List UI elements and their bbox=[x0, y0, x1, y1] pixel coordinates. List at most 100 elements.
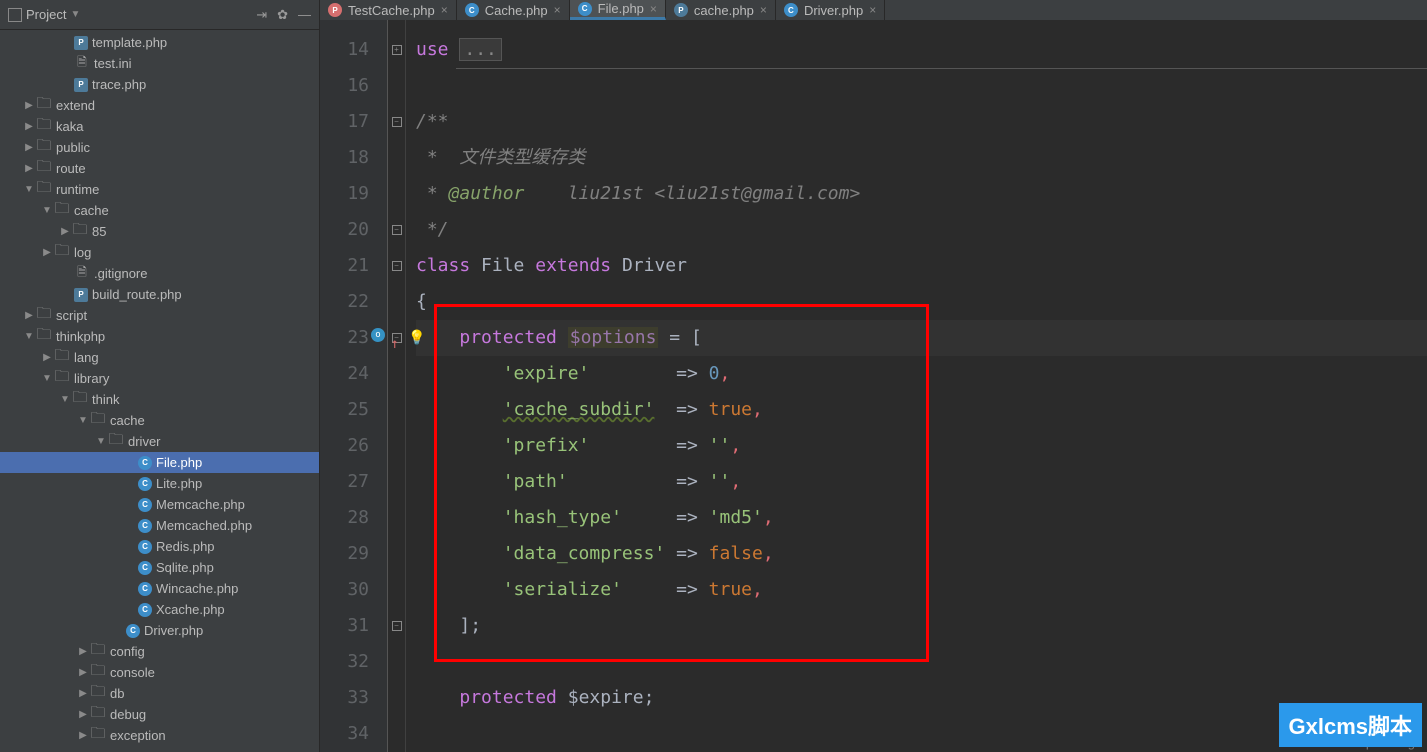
tab-File-php[interactable]: CFile.php× bbox=[570, 0, 666, 20]
sidebar-header: Project ▼ ⇥ ✿ — bbox=[0, 0, 319, 30]
tree-item-debug[interactable]: ▶debug bbox=[0, 704, 319, 725]
tree-item-script[interactable]: ▶script bbox=[0, 305, 319, 326]
tab-cache-php[interactable]: Pcache.php× bbox=[666, 0, 776, 20]
tree-item-Sqlite-php[interactable]: CSqlite.php bbox=[0, 557, 319, 578]
brace-open: { bbox=[416, 291, 427, 312]
use-collapsed[interactable]: ... bbox=[459, 38, 502, 61]
class-icon: C bbox=[138, 582, 152, 596]
fold-icon[interactable]: − bbox=[392, 621, 402, 631]
toggle-icon[interactable]: ▶ bbox=[40, 352, 54, 363]
tree-item-think[interactable]: ▼think bbox=[0, 389, 319, 410]
tree-item-Memcached-php[interactable]: CMemcached.php bbox=[0, 515, 319, 536]
tree-item-Redis-php[interactable]: CRedis.php bbox=[0, 536, 319, 557]
toggle-icon[interactable]: ▶ bbox=[76, 667, 90, 678]
toggle-icon[interactable]: ▶ bbox=[22, 100, 36, 111]
tree-item-kaka[interactable]: ▶kaka bbox=[0, 116, 319, 137]
fold-icon[interactable]: + bbox=[392, 45, 402, 55]
tree-item-driver[interactable]: ▼driver bbox=[0, 431, 319, 452]
tree-label: route bbox=[56, 161, 86, 176]
tree-item-Driver-php[interactable]: CDriver.php bbox=[0, 620, 319, 641]
toggle-icon[interactable]: ▼ bbox=[22, 331, 36, 342]
close-icon[interactable]: × bbox=[554, 3, 561, 17]
fold-column: +−−−−− bbox=[388, 20, 406, 752]
tree-item-Xcache-php[interactable]: CXcache.php bbox=[0, 599, 319, 620]
toggle-icon[interactable]: ▶ bbox=[22, 121, 36, 132]
tree-item-cache[interactable]: ▼cache bbox=[0, 200, 319, 221]
close-icon[interactable]: × bbox=[869, 3, 876, 17]
close-icon[interactable]: × bbox=[760, 3, 767, 17]
tree-item-85[interactable]: ▶85 bbox=[0, 221, 319, 242]
tree-item-runtime[interactable]: ▼ runtime bbox=[0, 179, 319, 200]
fold-marker bbox=[388, 176, 405, 212]
toggle-icon[interactable]: ▶ bbox=[76, 730, 90, 741]
watermark: Gxlcms脚本 bbox=[1279, 703, 1423, 747]
dropdown-icon[interactable]: ▼ bbox=[70, 9, 80, 20]
tree-item-db[interactable]: ▶db bbox=[0, 683, 319, 704]
tree-item-library[interactable]: ▼library bbox=[0, 368, 319, 389]
tree-item-cache[interactable]: ▼cache bbox=[0, 410, 319, 431]
tree-item-Memcache-php[interactable]: CMemcache.php bbox=[0, 494, 319, 515]
override-icon[interactable]: o bbox=[371, 328, 385, 342]
hide-icon[interactable]: — bbox=[298, 7, 311, 22]
tree-item-thinkphp[interactable]: ▼thinkphp bbox=[0, 326, 319, 347]
toggle-icon[interactable]: ▶ bbox=[22, 142, 36, 153]
class-icon: C bbox=[138, 561, 152, 575]
toggle-icon[interactable]: ▼ bbox=[22, 184, 36, 195]
fold-marker bbox=[388, 428, 405, 464]
bulb-icon[interactable]: 💡 bbox=[408, 320, 425, 356]
toggle-icon[interactable]: ▶ bbox=[22, 163, 36, 174]
scroll-to-icon[interactable]: ⇥ bbox=[256, 7, 267, 23]
folder-icon bbox=[90, 413, 106, 429]
code-editor[interactable]: 💡 use ... /** * 文件类型缓存类 * @author liu21s… bbox=[406, 20, 1427, 752]
tree-item-build_route-php[interactable]: Pbuild_route.php bbox=[0, 284, 319, 305]
toggle-icon[interactable]: ▶ bbox=[58, 226, 72, 237]
toggle-icon[interactable]: ▶ bbox=[76, 688, 90, 699]
tree-item-File-php[interactable]: CFile.php bbox=[0, 452, 319, 473]
tree-item-public[interactable]: ▶public bbox=[0, 137, 319, 158]
fold-icon[interactable]: − bbox=[392, 117, 402, 127]
editor-tabs: PTestCache.php×CCache.php×CFile.php×Pcac… bbox=[320, 0, 1427, 20]
tree-item-extend[interactable]: ▶extend bbox=[0, 95, 319, 116]
toggle-icon[interactable]: ▼ bbox=[40, 373, 54, 384]
tree-item-Lite-php[interactable]: CLite.php bbox=[0, 473, 319, 494]
tree-item-console[interactable]: ▶console bbox=[0, 662, 319, 683]
class-icon: C bbox=[138, 540, 152, 554]
tree-item-trace-php[interactable]: Ptrace.php bbox=[0, 74, 319, 95]
line-number: 32 bbox=[320, 644, 369, 680]
toggle-icon[interactable]: ▼ bbox=[58, 394, 72, 405]
tree-label: .gitignore bbox=[94, 266, 147, 281]
close-icon[interactable]: × bbox=[441, 3, 448, 17]
tree-item-template-php[interactable]: Ptemplate.php bbox=[0, 32, 319, 53]
tree-label: test.ini bbox=[94, 56, 132, 71]
toggle-icon[interactable]: ▼ bbox=[40, 205, 54, 216]
fold-icon[interactable]: − bbox=[392, 225, 402, 235]
tree-item-Wincache-php[interactable]: CWincache.php bbox=[0, 578, 319, 599]
tree-label: runtime bbox=[56, 182, 99, 197]
tab-TestCache-php[interactable]: PTestCache.php× bbox=[320, 0, 457, 20]
toggle-icon[interactable]: ▼ bbox=[76, 415, 90, 426]
tree-item-route[interactable]: ▶ route bbox=[0, 158, 319, 179]
tree-item-exception[interactable]: ▶exception bbox=[0, 725, 319, 746]
toggle-icon[interactable]: ▶ bbox=[40, 247, 54, 258]
fold-icon[interactable]: − bbox=[392, 261, 402, 271]
tree-item-lang[interactable]: ▶lang bbox=[0, 347, 319, 368]
class-keyword: class bbox=[416, 255, 470, 276]
fold-marker bbox=[388, 68, 405, 104]
gear-icon[interactable]: ✿ bbox=[277, 7, 288, 23]
tab-icon: C bbox=[465, 3, 479, 17]
toggle-icon[interactable]: ▼ bbox=[94, 436, 108, 447]
php-icon: P bbox=[74, 78, 88, 92]
toggle-icon[interactable]: ▶ bbox=[76, 709, 90, 720]
tree-item-test-ini[interactable]: test.ini bbox=[0, 53, 319, 74]
line-number: 19 bbox=[320, 176, 369, 212]
tree-item--gitignore[interactable]: .gitignore bbox=[0, 263, 319, 284]
tab-Driver-php[interactable]: CDriver.php× bbox=[776, 0, 885, 20]
close-icon[interactable]: × bbox=[650, 2, 657, 16]
project-tree[interactable]: Ptemplate.php test.ini Ptrace.php▶extend▶k… bbox=[0, 30, 319, 752]
tree-item-config[interactable]: ▶config bbox=[0, 641, 319, 662]
tab-Cache-php[interactable]: CCache.php× bbox=[457, 0, 570, 20]
toggle-icon[interactable]: ▶ bbox=[76, 646, 90, 657]
tab-label: TestCache.php bbox=[348, 3, 435, 18]
tree-item-log[interactable]: ▶log bbox=[0, 242, 319, 263]
toggle-icon[interactable]: ▶ bbox=[22, 310, 36, 321]
